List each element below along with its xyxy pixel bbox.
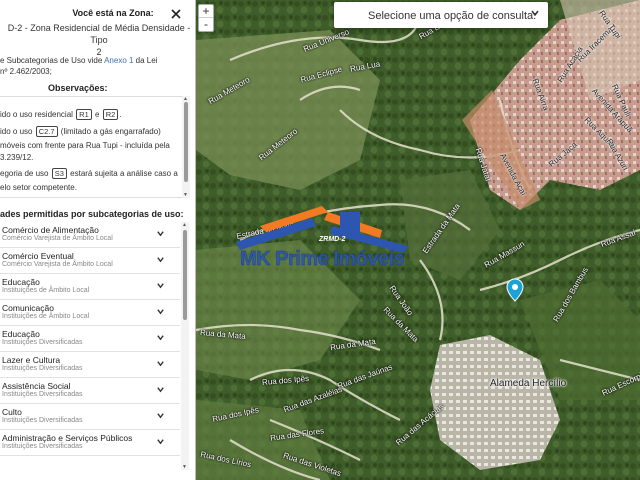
watermark-brand: MK Prime Imóveis — [240, 248, 405, 271]
observation-line: 3.239/12. — [0, 153, 34, 162]
zone-name-line: D-2 - Zona Residencial de Média Densidad… — [7, 23, 191, 45]
consult-select-label: Selecione uma opção de consulta: — [368, 10, 537, 22]
obs-text: estará sujeita a análise caso a — [70, 169, 178, 178]
obs-text: ido o uso — [0, 127, 33, 136]
zone-name: D-2 - Zona Residencial de Média Densidad… — [0, 22, 195, 58]
scroll-down-icon[interactable]: ▼ — [183, 192, 188, 198]
obs-text: . — [119, 110, 122, 119]
observations-title: Observações: — [48, 83, 108, 93]
obs-text: egoria de uso — [0, 169, 49, 178]
activity-name: Comércio Eventual — [2, 251, 74, 261]
zone-info-panel: Você está na Zona: D-2 - Zona Residencia… — [0, 0, 196, 480]
activity-category: Comércio Varejista de Âmbito Local — [2, 261, 113, 268]
activity-item[interactable]: Comunicação Instituições de Âmbito Local — [0, 300, 180, 326]
observation-line: egoria de uso S3 estará sujeita a anális… — [0, 168, 178, 179]
activities-scrollbar[interactable]: ▲ ▼ — [181, 222, 189, 470]
anexo-link[interactable]: Anexo 1 — [104, 56, 133, 65]
activity-item[interactable]: Administração e Serviços Públicos Institu… — [0, 430, 180, 456]
anexo-text: da Lei — [135, 56, 158, 65]
obs-text: e — [95, 110, 100, 119]
activity-item[interactable]: Educação Instituições Diversificadas — [0, 326, 180, 352]
activity-category: Instituições Diversificadas — [2, 339, 83, 346]
obs-text: (limitado a gás engarrafado) — [60, 127, 161, 136]
use-tag: R2 — [102, 109, 119, 120]
chevron-down-icon[interactable] — [156, 333, 165, 344]
panel-title: Você está na Zona: — [72, 8, 154, 18]
activities-title: ades permitidas por subcategorias de uso… — [0, 209, 184, 219]
activity-category: Instituições Diversificadas — [2, 391, 83, 398]
activity-name: Educação — [2, 277, 40, 287]
close-icon[interactable] — [171, 6, 181, 22]
activity-item[interactable]: Lazer e Cultura Instituições Diversificad… — [0, 352, 180, 378]
activity-item[interactable]: Comércio Eventual Comércio Varejista de Â… — [0, 248, 180, 274]
chevron-down-icon[interactable] — [156, 385, 165, 396]
chevron-down-icon[interactable] — [156, 437, 165, 448]
scrollbar-thumb[interactable] — [184, 102, 188, 182]
location-pin-icon[interactable] — [506, 278, 524, 302]
chevron-down-icon[interactable] — [156, 255, 165, 266]
anexo-text: nº 2.462/2003; — [0, 67, 52, 76]
activity-name: Comércio de Alimentação — [2, 225, 99, 235]
observations-box[interactable]: ido o uso residencial R1 e R2. ido o uso… — [0, 96, 190, 198]
use-tag: C2.7 — [35, 126, 58, 137]
activities-list: Comércio de Alimentação Comércio Varejist… — [0, 222, 180, 480]
activity-name: Assistência Social — [2, 381, 71, 391]
chevron-down-icon[interactable] — [156, 411, 165, 422]
obs-text: ido o uso residencial — [0, 110, 73, 119]
activity-name: Educação — [2, 329, 40, 339]
activity-name: Administração e Serviços Públicos — [2, 433, 133, 443]
observation-line: ido o uso residencial R1 e R2. — [0, 109, 122, 120]
consult-select[interactable]: Selecione uma opção de consulta: — [334, 2, 548, 28]
activity-category: Instituições de Âmbito Local — [2, 313, 90, 320]
anexo-reference: e Subcategorias de Uso vide Anexo 1 da L… — [0, 55, 195, 77]
activity-item[interactable]: Assistência Social Instituições Diversifi… — [0, 378, 180, 404]
scroll-down-icon[interactable]: ▼ — [182, 464, 187, 470]
activity-item[interactable]: Educação Instituições de Âmbito Local — [0, 274, 180, 300]
observations-scrollbar[interactable]: ▲ ▼ — [182, 96, 190, 198]
activity-category: Comércio Varejista de Âmbito Local — [2, 235, 113, 242]
observation-line: móveis com frente para Rua Tupi - incluí… — [0, 141, 170, 150]
activity-name: Comunicação — [2, 303, 54, 313]
activity-category: Instituições Diversificadas — [2, 365, 83, 372]
use-tag: R1 — [76, 109, 92, 120]
activity-item[interactable]: Comércio de Alimentação Comércio Varejist… — [0, 222, 180, 248]
activity-name: Lazer e Cultura — [2, 355, 61, 365]
activity-item[interactable]: Culto Instituições Diversificadas — [0, 404, 180, 430]
zoom-control: + - — [198, 4, 214, 32]
anexo-text: e Subcategorias de Uso vide — [0, 56, 103, 65]
zoom-out-button[interactable]: - — [199, 18, 213, 31]
observation-line: elo setor competente. — [0, 183, 77, 192]
activity-category: Instituições Diversificadas — [2, 417, 83, 424]
chevron-down-icon[interactable] — [156, 359, 165, 370]
observation-line: ido o uso C2.7 (limitado a gás engarrafa… — [0, 126, 161, 137]
map-place-label: Alameda Hercílio — [490, 378, 567, 389]
chevron-down-icon[interactable] — [156, 307, 165, 318]
chevron-down-icon[interactable] — [156, 229, 165, 240]
scrollbar-thumb[interactable] — [183, 230, 187, 320]
use-tag: S3 — [51, 168, 67, 179]
activity-category: Instituições Diversificadas — [2, 443, 83, 450]
activity-name: Culto — [2, 407, 22, 417]
activity-category: Instituições de Âmbito Local — [2, 287, 90, 294]
chevron-down-icon[interactable] — [156, 281, 165, 292]
scroll-up-icon[interactable]: ▲ — [182, 222, 187, 228]
chevron-down-icon — [530, 8, 540, 21]
watermark-tag: ZRMD-2 — [319, 236, 346, 243]
